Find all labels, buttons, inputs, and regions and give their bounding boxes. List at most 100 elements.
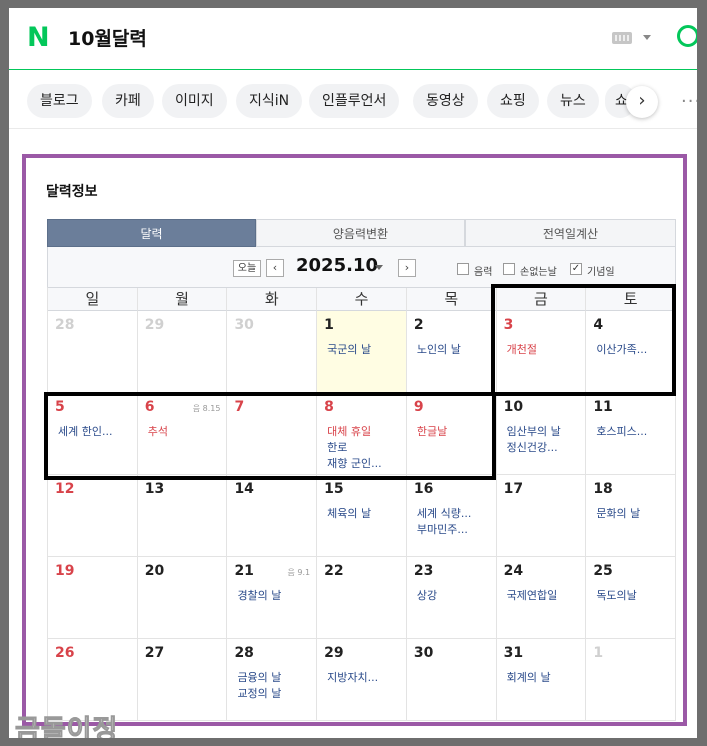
calendar-day-cell[interactable]: 1 [586,639,677,721]
lunar-checkbox[interactable] [457,263,469,275]
day-event[interactable]: 독도의날 [596,587,672,603]
calendar-day-cell[interactable]: 16 세계 식량... 부마민주... [406,475,497,557]
day-number: 16 [413,481,434,497]
tab-image[interactable]: 이미지 [162,84,227,118]
tab-blog[interactable]: 블로그 [27,84,92,118]
tab-discharge-calc[interactable]: 전역일계산 [465,219,676,247]
day-event[interactable]: 상강 [417,587,493,603]
calendar-day-cell[interactable]: 31 회계의 날 [496,639,587,721]
day-event[interactable]: 체육의 날 [327,505,403,521]
calendar-day-cell[interactable]: 20 [137,557,228,639]
calendar-day-cell[interactable]: 28 [48,311,138,393]
calendar-day-cell[interactable]: 14 [227,475,318,557]
day-event[interactable]: 경찰의 날 [237,587,313,603]
today-button[interactable]: 오늘 [233,260,261,277]
day-number: 2 [413,317,424,333]
day-number: 30 [234,317,254,333]
weekday-label: 화 [227,288,318,311]
day-event[interactable]: 교정의 날 [237,685,313,701]
day-number: 28 [55,317,75,333]
annotation-box-holidays [44,392,496,480]
day-number: 21 [234,563,254,579]
weekday-label: 일 [48,288,138,311]
calendar-day-cell[interactable]: 2 노인의 날 [406,311,497,393]
calendar-day-cell[interactable]: 19 [48,557,138,639]
naver-logo[interactable]: N [27,24,53,51]
chevron-down-icon[interactable] [643,35,651,40]
day-number: 26 [55,645,75,661]
day-number: 11 [593,399,613,415]
day-event[interactable]: 회계의 날 [507,669,583,685]
calendar-day-cell[interactable]: 29 [137,311,228,393]
tabs-next-button[interactable]: › [626,86,658,118]
tab-shopping[interactable]: 쇼핑 [487,84,539,118]
chevron-down-icon[interactable] [375,265,383,270]
search-result-page: N 10월달력 블로그 카페 이미지 지식iN 인플루언서 동영상 쇼핑 뉴스 … [9,8,697,738]
tab-cafe[interactable]: 카페 [102,84,154,118]
calendar-day-cell[interactable]: 10 임산부의 날 정신건강... [496,393,587,475]
more-icon[interactable]: ··· [681,91,697,112]
day-number: 19 [55,563,75,579]
day-event[interactable]: 금융의 날 [237,669,313,685]
day-event[interactable]: 호스피스... [596,423,672,439]
day-number: 23 [413,563,434,579]
day-event[interactable]: 부마민주... [417,521,493,537]
calendar-day-cell[interactable]: 17 [496,475,587,557]
calendar-day-cell[interactable]: 30 [227,311,318,393]
calendar-day-cell[interactable]: 27 [137,639,228,721]
calendar-week: 12 13 14 15 체육의 날 16 세계 식량... 부마민주... 17 18 문화의 날 [48,475,677,557]
day-event[interactable]: 문화의 날 [596,505,672,521]
calendar-day-cell[interactable]: 11 호스피스... [586,393,677,475]
calendar-day-cell[interactable]: 12 [48,475,138,557]
search-header: N 10월달력 [9,8,697,70]
day-number: 28 [234,645,254,661]
day-number: 10 [503,399,524,415]
calendar-day-cell[interactable]: 24 국제연합일 [496,557,587,639]
tab-video[interactable]: 동영상 [413,84,478,118]
next-month-button[interactable]: › [398,259,416,277]
calendar-day-cell[interactable]: 18 문화의 날 [586,475,677,557]
calendar-day-cell[interactable]: 21 음 9.1 경찰의 날 [227,557,318,639]
watermark: 금돌이정 [14,715,119,739]
calendar-day-cell[interactable]: 25 독도의날 [586,557,677,639]
tab-kin[interactable]: 지식iN [236,84,303,118]
day-event[interactable]: 세계 식량... [417,505,493,521]
search-query[interactable]: 10월달력 [68,24,147,51]
day-number: 20 [144,563,165,579]
calendar-day-cell[interactable]: 28 금융의 날 교정의 날 [227,639,318,721]
day-number: 15 [324,481,344,497]
day-number: 1 [324,317,334,333]
no-spirit-day-label: 손없는날 [520,267,557,278]
day-number: 14 [234,481,254,497]
no-spirit-day-checkbox[interactable] [503,263,515,275]
day-event[interactable]: 노인의 날 [417,341,493,357]
lunar-option-label: 음력 [474,267,493,278]
calendar-day-cell[interactable]: 30 [406,639,497,721]
weekday-label: 목 [406,288,497,311]
day-event[interactable]: 정신건강... [507,439,583,455]
day-event[interactable]: 국제연합일 [507,587,583,603]
calendar-day-cell[interactable]: 1 국군의 날 [317,311,407,393]
prev-month-button[interactable]: ‹ [266,259,284,277]
day-event[interactable]: 지방자치... [327,669,403,685]
tab-news[interactable]: 뉴스 [547,84,599,118]
calendar-day-cell[interactable]: 29 지방자치... [317,639,407,721]
search-tabs: 블로그 카페 이미지 지식iN 인플루언서 동영상 쇼핑 뉴스 쇼 › ··· [9,71,697,129]
calendar-week: 26 27 28 금융의 날 교정의 날 29 지방자치... 30 31 회계의 날 1 [48,639,677,721]
keyboard-icon[interactable] [612,32,632,44]
calendar-week: 19 20 21 음 9.1 경찰의 날 22 23 상강 24 국제연합일 25 독도의날 [48,557,677,639]
calendar-day-cell[interactable]: 23 상강 [406,557,497,639]
tab-calendar[interactable]: 달력 [47,219,256,247]
calendar-day-cell[interactable]: 13 [137,475,228,557]
year-month-label[interactable]: 2025.10 [296,255,378,276]
day-event[interactable]: 국군의 날 [327,341,403,357]
tab-influencer[interactable]: 인플루언서 [309,84,400,118]
tab-lunar-convert[interactable]: 양음력변환 [256,219,465,247]
calendar-day-cell[interactable]: 15 체육의 날 [317,475,407,557]
anniversary-checkbox[interactable]: ✓ [570,263,582,275]
lunar-date: 음 9.1 [287,568,311,577]
calendar-day-cell[interactable]: 22 [317,557,407,639]
search-icon[interactable] [677,25,697,47]
day-number: 22 [324,563,344,579]
day-event[interactable]: 임산부의 날 [507,423,583,439]
